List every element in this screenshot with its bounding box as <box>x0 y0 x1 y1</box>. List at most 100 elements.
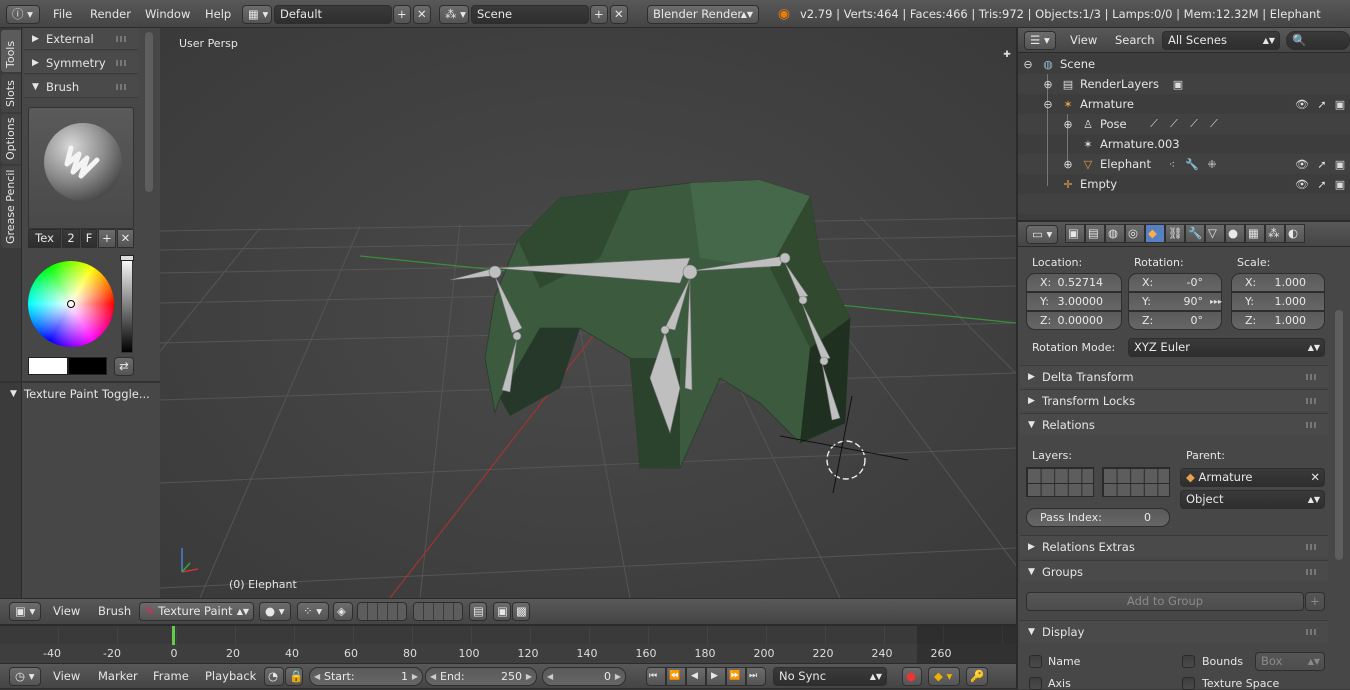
viewport-3d[interactable] <box>160 28 1016 598</box>
material-tab-icon[interactable]: ● <box>1225 224 1245 243</box>
jump-start-button[interactable]: ⏮ <box>646 667 666 686</box>
timeline-menu-marker[interactable]: Marker <box>98 663 138 689</box>
timeline-menu-frame[interactable]: Frame <box>153 663 189 689</box>
layout-name-field[interactable]: Default <box>274 5 392 24</box>
scale-x-field[interactable]: X: 1.000 <box>1231 273 1325 292</box>
scale-z-field[interactable]: Z: 1.000 <box>1231 311 1325 330</box>
constraints-tab-icon[interactable]: ⛓ <box>1165 224 1185 243</box>
editor-type-3dview-button[interactable]: ▣ ▾ <box>9 602 41 621</box>
decrement-arrow-icon[interactable]: ◀ <box>314 668 320 685</box>
location-z-field[interactable]: Z: 0.00000 <box>1026 311 1122 330</box>
editor-type-properties-button[interactable]: ▭ ▾ <box>1026 225 1058 244</box>
add-scene-button[interactable]: + <box>590 5 608 24</box>
display-name-checkbox[interactable] <box>1029 655 1042 668</box>
eye-icon[interactable]: 👁 <box>1294 176 1310 192</box>
drag-grip-icon[interactable] <box>1306 422 1318 428</box>
value-slider-handle[interactable] <box>120 255 134 261</box>
brush-fake-user-button[interactable]: F <box>81 229 97 248</box>
cursor-select-icon[interactable]: ➚ <box>1314 176 1330 192</box>
drag-grip-icon[interactable] <box>116 60 128 66</box>
drag-grip-icon[interactable] <box>116 36 128 42</box>
parent-field[interactable]: ◆ Armature ✕ <box>1180 468 1325 487</box>
manipulator-toggle[interactable]: ◈ <box>333 602 353 621</box>
outliner-menu-view[interactable]: View <box>1070 28 1097 53</box>
tab-options[interactable]: Options <box>1 114 21 164</box>
increment-arrow-icon[interactable]: ▶ <box>412 668 418 685</box>
increment-arrow-icon[interactable]: ▶ <box>526 668 532 685</box>
primary-color-swatch[interactable] <box>28 357 68 375</box>
lock-camera-icon[interactable]: ▤ <box>469 602 487 621</box>
object-layers-grid-1[interactable] <box>1026 467 1094 497</box>
record-button[interactable]: ● <box>902 667 922 686</box>
display-texture-space-checkbox[interactable] <box>1182 677 1195 690</box>
panel-symmetry[interactable]: ▶ Symmetry <box>24 52 138 74</box>
keying-set-dropdown[interactable]: ◆ ▾ <box>928 667 960 686</box>
layout-selector-button[interactable]: ▦ ▾ <box>242 5 272 24</box>
particles-tab-icon[interactable]: ⁂ <box>1265 224 1285 243</box>
drag-grip-icon[interactable] <box>1306 398 1318 404</box>
object-tab-icon[interactable]: ◆ <box>1145 224 1165 243</box>
panel-delta-transform[interactable]: ▶ Delta Transform <box>1020 365 1328 387</box>
display-axis-checkbox[interactable] <box>1029 677 1042 690</box>
display-bounds-checkbox[interactable] <box>1182 655 1195 668</box>
object-layers-grid-2[interactable] <box>1102 467 1170 497</box>
render-preview-icon[interactable]: ▣ <box>493 602 511 621</box>
menu-file[interactable]: File <box>53 0 72 28</box>
properties-scrollbar[interactable] <box>1335 310 1343 560</box>
tab-tools[interactable]: Tools <box>1 30 21 72</box>
pivot-point-dropdown[interactable]: ⁘ ▾ <box>297 602 329 621</box>
panel-relations[interactable]: ▼ Relations <box>1020 413 1328 435</box>
end-frame-field[interactable]: ◀ End: 250 ▶ <box>425 667 537 686</box>
add-layout-button[interactable]: + <box>393 5 411 24</box>
viewport-shading-dropdown[interactable]: ● ▾ <box>259 602 291 621</box>
menu-render[interactable]: Render <box>90 0 131 28</box>
decrement-arrow-icon[interactable]: ◀ <box>430 668 436 685</box>
panel-brush[interactable]: ▼ Brush <box>24 76 138 98</box>
rotation-y-field[interactable]: Y: 90° <box>1128 292 1222 311</box>
swap-colors-button[interactable]: ⇄ <box>114 357 134 376</box>
brush-texture-field[interactable]: Tex <box>28 229 61 248</box>
decrement-arrow-icon[interactable]: ◀ <box>547 668 553 685</box>
color-wheel-cursor[interactable] <box>67 300 75 308</box>
layers-grid-1[interactable] <box>357 602 407 621</box>
texture-paint-toggle-panel[interactable]: ▼ Texture Paint Toggle... <box>2 383 158 405</box>
timeline-menu-playback[interactable]: Playback <box>205 663 256 689</box>
new-brush-button[interactable]: + <box>98 229 116 248</box>
add-to-group-button[interactable]: Add to Group <box>1026 592 1304 611</box>
bounds-type-dropdown[interactable]: Box ▲▼ <box>1255 652 1325 671</box>
jump-end-button[interactable]: ⏭ <box>746 667 766 686</box>
tab-slots[interactable]: Slots <box>1 74 21 112</box>
cursor-select-icon[interactable]: ➚ <box>1314 156 1330 172</box>
pass-index-field[interactable]: Pass Index: 0 <box>1026 508 1170 527</box>
outliner-row-armature[interactable]: ⊖ ✶ Armature 👁 ➚ ▣ <box>1018 94 1350 114</box>
eye-icon[interactable]: 👁 <box>1294 156 1310 172</box>
rotation-z-field[interactable]: Z: 0° <box>1128 311 1222 330</box>
camera-render-icon[interactable]: ▣ <box>1332 96 1348 112</box>
play-reverse-button[interactable]: ◀ <box>686 667 706 686</box>
lock-range-icon[interactable]: 🔒 <box>285 667 303 686</box>
rotation-mode-dropdown[interactable]: XYZ Euler ▲▼ <box>1128 338 1325 357</box>
render-layers-tab-icon[interactable]: ▤ <box>1085 224 1105 243</box>
expand-icon[interactable]: ⊕ <box>1062 118 1074 131</box>
panel-external[interactable]: ▶ External <box>24 28 138 50</box>
jump-keyframe-back-button[interactable]: ⏪ <box>666 667 686 686</box>
panel-transform-locks[interactable]: ▶ Transform Locks <box>1020 389 1328 411</box>
value-slider[interactable] <box>121 257 133 353</box>
scene-selector-button[interactable]: ⁂ ▾ <box>439 5 469 24</box>
drag-grip-icon[interactable] <box>1306 374 1318 380</box>
panel-display[interactable]: ▼ Display <box>1020 620 1328 642</box>
play-button[interactable]: ▶ <box>706 667 726 686</box>
view3d-menu-view[interactable]: View <box>53 598 80 625</box>
secondary-color-swatch[interactable] <box>68 357 107 375</box>
start-frame-field[interactable]: ◀ Start: 1 ▶ <box>309 667 423 686</box>
view3d-menu-brush[interactable]: Brush <box>98 598 131 625</box>
panel-relations-extras[interactable]: ▶ Relations Extras <box>1020 535 1328 557</box>
preview-range-toggle[interactable]: ◔ <box>264 667 284 686</box>
keyframe-insert-icon[interactable]: 🔑 <box>966 667 988 686</box>
current-frame-field[interactable]: ◀ 0 ▶ <box>542 667 626 686</box>
outliner-row-scene[interactable]: ⊖ ◍ Scene <box>1018 54 1350 74</box>
panel-groups[interactable]: ▼ Groups <box>1020 560 1328 582</box>
sync-mode-dropdown[interactable]: No Sync ▲▼ <box>773 667 887 686</box>
location-x-field[interactable]: X: 0.52714 <box>1026 273 1122 292</box>
layers-grid-2[interactable] <box>413 602 463 621</box>
